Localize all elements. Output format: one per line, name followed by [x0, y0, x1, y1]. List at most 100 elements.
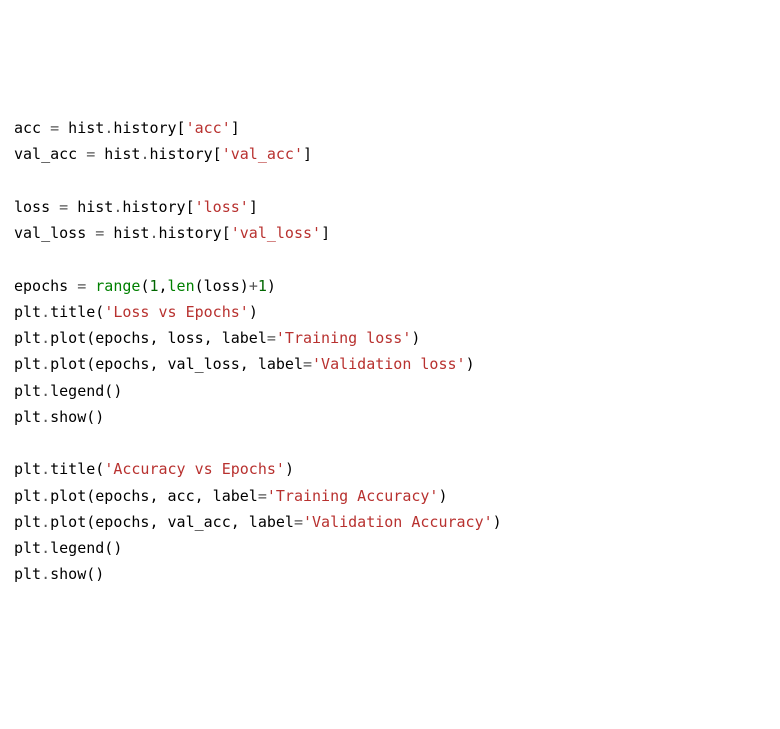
code-token: .: [41, 539, 50, 557]
code-token: [86, 277, 95, 295]
code-token: .: [41, 382, 50, 400]
code-token: val_acc: [14, 145, 86, 163]
code-token: acc: [14, 119, 50, 137]
code-token: [14, 172, 23, 190]
code-token: 1: [149, 277, 158, 295]
code-line: epochs = range(1,len(loss)+1): [14, 273, 766, 299]
code-token: 'Loss vs Epochs': [104, 303, 249, 321]
code-token: plt: [14, 408, 41, 426]
code-token: ): [493, 513, 502, 531]
code-token: 'Training Accuracy': [267, 487, 439, 505]
code-token: ): [285, 460, 294, 478]
code-token: [14, 250, 23, 268]
code-token: show(): [50, 565, 104, 583]
code-token: 'acc': [186, 119, 231, 137]
code-token: plt: [14, 565, 41, 583]
code-line: [14, 168, 766, 194]
code-token: =: [59, 198, 68, 216]
code-token: epochs: [14, 277, 77, 295]
code-token: ,: [159, 277, 168, 295]
code-token: ): [249, 303, 258, 321]
code-token: .: [41, 355, 50, 373]
code-line: val_loss = hist.history['val_loss']: [14, 220, 766, 246]
code-token: =: [303, 355, 312, 373]
code-token: =: [258, 487, 267, 505]
code-line: plt.title('Loss vs Epochs'): [14, 299, 766, 325]
code-line: acc = hist.history['acc']: [14, 115, 766, 141]
code-token: ]: [303, 145, 312, 163]
code-line: plt.title('Accuracy vs Epochs'): [14, 456, 766, 482]
code-token: .: [149, 224, 158, 242]
code-token: ]: [231, 119, 240, 137]
code-token: .: [41, 408, 50, 426]
code-token: history[: [113, 119, 185, 137]
code-token: plt: [14, 539, 41, 557]
code-token: 'loss': [195, 198, 249, 216]
code-token: plt: [14, 460, 41, 478]
code-token: 'Accuracy vs Epochs': [104, 460, 285, 478]
code-token: =: [86, 145, 95, 163]
code-line: loss = hist.history['loss']: [14, 194, 766, 220]
code-token: =: [95, 224, 104, 242]
code-token: plt: [14, 487, 41, 505]
code-token: 'Validation loss': [312, 355, 466, 373]
code-token: plt: [14, 355, 41, 373]
code-line: plt.plot(epochs, val_loss, label='Valida…: [14, 351, 766, 377]
code-token: .: [104, 119, 113, 137]
code-token: plot(epochs, loss, label: [50, 329, 267, 347]
code-token: title(: [50, 460, 104, 478]
code-token: [14, 434, 23, 452]
code-token: title(: [50, 303, 104, 321]
code-token: 'val_acc': [222, 145, 303, 163]
code-token: 1: [258, 277, 267, 295]
code-token: legend(): [50, 539, 122, 557]
code-line: plt.legend(): [14, 535, 766, 561]
code-token: +: [249, 277, 258, 295]
code-token: .: [41, 329, 50, 347]
code-line: [14, 430, 766, 456]
code-token: plt: [14, 382, 41, 400]
code-token: loss: [14, 198, 59, 216]
code-token: plot(epochs, val_loss, label: [50, 355, 303, 373]
code-token: ): [411, 329, 420, 347]
code-token: history[: [149, 145, 221, 163]
code-line: plt.legend(): [14, 378, 766, 404]
code-block: acc = hist.history['acc']val_acc = hist.…: [14, 115, 766, 588]
code-token: val_loss: [14, 224, 95, 242]
code-token: =: [50, 119, 59, 137]
code-token: 'Validation Accuracy': [303, 513, 493, 531]
code-token: legend(): [50, 382, 122, 400]
code-token: ): [267, 277, 276, 295]
code-token: plot(epochs, acc, label: [50, 487, 258, 505]
code-line: plt.plot(epochs, acc, label='Training Ac…: [14, 483, 766, 509]
code-line: plt.show(): [14, 561, 766, 587]
code-token: len: [168, 277, 195, 295]
code-token: .: [41, 303, 50, 321]
code-line: plt.show(): [14, 404, 766, 430]
code-token: .: [41, 460, 50, 478]
code-token: ): [466, 355, 475, 373]
code-line: [14, 246, 766, 272]
code-token: hist: [68, 198, 113, 216]
code-token: (loss): [195, 277, 249, 295]
code-token: hist: [59, 119, 104, 137]
code-token: plt: [14, 513, 41, 531]
code-token: plt: [14, 303, 41, 321]
code-token: =: [294, 513, 303, 531]
code-token: .: [41, 565, 50, 583]
code-token: show(): [50, 408, 104, 426]
code-token: hist: [104, 224, 149, 242]
code-line: plt.plot(epochs, val_acc, label='Validat…: [14, 509, 766, 535]
code-token: .: [41, 487, 50, 505]
code-token: hist: [95, 145, 140, 163]
code-token: history[: [159, 224, 231, 242]
code-token: ]: [321, 224, 330, 242]
code-token: ]: [249, 198, 258, 216]
code-token: range: [95, 277, 140, 295]
code-line: plt.plot(epochs, loss, label='Training l…: [14, 325, 766, 351]
code-token: 'Training loss': [276, 329, 411, 347]
code-token: =: [267, 329, 276, 347]
code-token: plt: [14, 329, 41, 347]
code-token: plot(epochs, val_acc, label: [50, 513, 294, 531]
code-token: 'val_loss': [231, 224, 321, 242]
